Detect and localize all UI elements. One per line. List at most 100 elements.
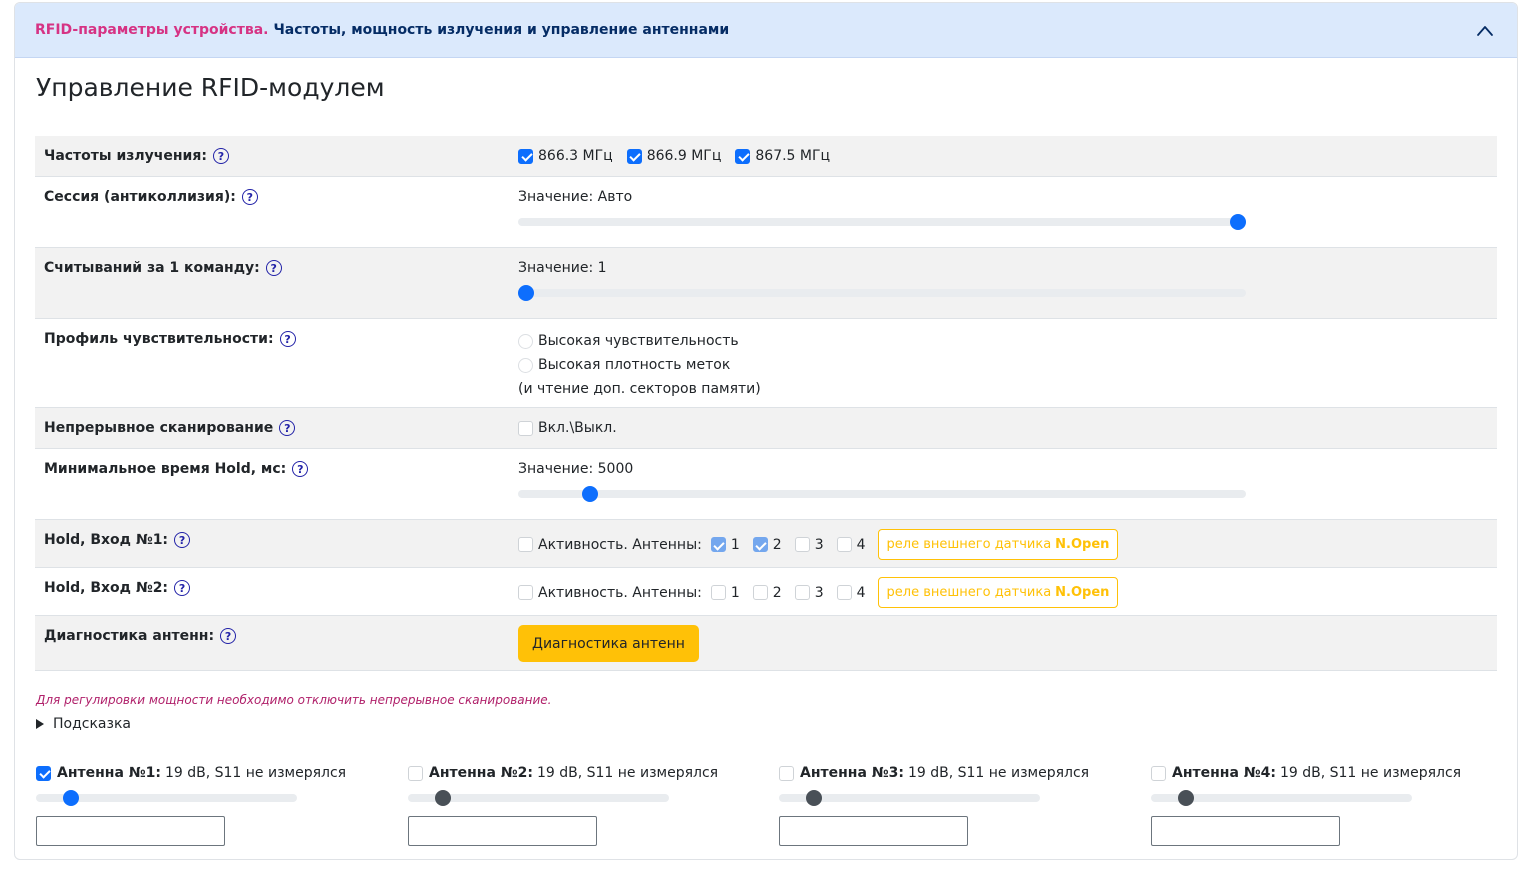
antenna-1-info: 19 dB, S11 не измерялся — [164, 765, 347, 781]
frequencies-label: Частоты излучения: ? — [44, 148, 229, 164]
help-icon[interactable]: ? — [292, 461, 309, 477]
hold-input-1-antenna-4-checkbox[interactable] — [836, 537, 852, 552]
disclosure-triangle-icon — [36, 719, 44, 729]
help-icon[interactable]: ? — [241, 189, 258, 205]
help-icon[interactable]: ? — [174, 532, 191, 548]
reads-value: Значение: 1 — [518, 260, 607, 276]
session-row: Сессия (антиколлизия): ? Значение: Авто — [35, 177, 1497, 248]
antenna-1-checkbox[interactable] — [36, 765, 51, 781]
hold-input-1-antenna-1-checkbox[interactable] — [710, 537, 726, 552]
antenna-4-panel: Антенна №4: 19 dB, S11 не измерялся — [1151, 765, 1471, 846]
antenna-2-slider-thumb[interactable] — [434, 790, 451, 806]
frequency-label-3: 867.5 МГц — [755, 148, 831, 164]
frequency-checkbox-2[interactable] — [626, 148, 642, 164]
antenna-1-power-slider[interactable] — [36, 790, 297, 806]
hold-input-2-antenna-1-checkbox[interactable] — [710, 585, 726, 600]
antenna-3-input[interactable] — [779, 816, 968, 846]
antenna-4-slider-thumb[interactable] — [1177, 790, 1194, 806]
antenna-4-input[interactable] — [1151, 816, 1340, 846]
sensitivity-option-2[interactable]: Высокая плотность меток — [518, 353, 761, 377]
continuous-row: Непрерывное сканирование ? Вкл.\Выкл. — [35, 408, 1497, 449]
antenna-1-slider-thumb[interactable] — [62, 790, 79, 806]
hold-time-slider[interactable] — [518, 486, 1246, 502]
hold-time-row: Минимальное время Hold, мс: ? Значение: … — [35, 449, 1497, 520]
antenna-3-power-slider[interactable] — [779, 790, 1040, 806]
antenna-4-checkbox[interactable] — [1151, 765, 1166, 781]
help-icon[interactable]: ? — [220, 628, 237, 644]
antenna-2-power-slider[interactable] — [408, 790, 669, 806]
antenna-1-panel: Антенна №1: 19 dB, S11 не измерялся — [36, 765, 356, 846]
chevron-up-icon[interactable] — [1475, 21, 1495, 41]
reads-slider-thumb[interactable] — [518, 285, 534, 301]
antenna-3-slider-thumb[interactable] — [805, 790, 822, 806]
reads-row: Считываний за 1 команду: ? Значение: 1 — [35, 248, 1497, 319]
hold-input-2-antenna-4-checkbox[interactable] — [836, 585, 852, 600]
hold-time-value: Значение: 5000 — [518, 461, 634, 477]
header-title-prefix: RFID-параметры устройства. — [35, 22, 269, 38]
antenna-1-name: Антенна №1: — [57, 765, 161, 781]
antenna-1-input[interactable] — [36, 816, 225, 846]
antenna-4-power-slider[interactable] — [1151, 790, 1412, 806]
continuous-toggle[interactable]: Вкл.\Выкл. — [518, 420, 630, 436]
accordion-header[interactable]: RFID-параметры устройства. Частоты, мощн… — [15, 3, 1517, 58]
antenna-2-checkbox[interactable] — [408, 765, 423, 781]
sensitivity-radio-2[interactable] — [518, 357, 533, 373]
sensitivity-option-1[interactable]: Высокая чувствительность — [518, 329, 761, 353]
session-value: Значение: Авто — [518, 189, 633, 205]
sensitivity-label: Профиль чувствительности: ? — [44, 331, 296, 347]
antenna-3-name: Антенна №3: — [800, 765, 904, 781]
sensitivity-options: Высокая чувствительность Высокая плотнос… — [518, 329, 761, 401]
header-title: Частоты, мощность излучения и управление… — [273, 22, 730, 38]
hold-input-1-label: Hold, Вход №1: ? — [44, 532, 191, 548]
antenna-4-info: 19 dB, S11 не измерялся — [1279, 765, 1462, 781]
hint-toggle[interactable]: Подсказка — [36, 716, 131, 732]
frequency-checkbox-1[interactable] — [518, 148, 533, 164]
hold-input-1-relay-button[interactable]: реле внешнего датчика N.Open — [877, 529, 1119, 560]
antenna-3-checkbox[interactable] — [779, 765, 794, 781]
session-slider-thumb[interactable] — [1230, 214, 1246, 230]
hold-time-slider-thumb[interactable] — [582, 486, 599, 502]
hold-input-2-row: Hold, Вход №2: ? Активность. Антенны: 1 … — [35, 568, 1497, 616]
help-icon[interactable]: ? — [174, 580, 191, 596]
session-slider[interactable] — [518, 214, 1246, 230]
power-note: Для регулировки мощности необходимо откл… — [36, 693, 552, 707]
antenna-2-info: 19 dB, S11 не измерялся — [536, 765, 719, 781]
antenna-3-panel: Антенна №3: 19 dB, S11 не измерялся — [779, 765, 1099, 846]
diagnostics-button[interactable]: Диагностика антенн — [518, 625, 699, 662]
frequency-label-1: 866.3 МГц — [538, 148, 613, 164]
hold-input-1-active-checkbox[interactable] — [518, 537, 533, 552]
hold-input-2-label: Hold, Вход №2: ? — [44, 580, 191, 596]
help-icon[interactable]: ? — [212, 148, 229, 164]
hold-input-2-relay-button[interactable]: реле внешнего датчика N.Open — [877, 577, 1119, 608]
hold-input-2-controls: Активность. Антенны: 1 2 3 4 реле внешне… — [518, 577, 1119, 608]
diagnostics-row: Диагностика антенн: ? Диагностика антенн — [35, 616, 1497, 671]
frequency-checkbox-3[interactable] — [735, 148, 751, 164]
hold-input-1-antenna-2-checkbox[interactable] — [752, 537, 768, 552]
sensitivity-note: (и чтение доп. секторов памяти) — [518, 381, 761, 397]
help-icon[interactable]: ? — [279, 420, 296, 436]
session-label: Сессия (антиколлизия): ? — [44, 189, 258, 205]
hold-input-1-row: Hold, Вход №1: ? Активность. Антенны: 1 … — [35, 520, 1497, 568]
hold-input-1-antenna-3-checkbox[interactable] — [794, 537, 810, 552]
continuous-checkbox[interactable] — [518, 420, 533, 436]
antenna-2-input[interactable] — [408, 816, 597, 846]
page-title: Управление RFID-модулем — [36, 73, 385, 102]
antenna-2-name: Антенна №2: — [429, 765, 533, 781]
reads-label: Считываний за 1 команду: ? — [44, 260, 282, 276]
hold-time-label: Минимальное время Hold, мс: ? — [44, 461, 309, 477]
frequency-options: 866.3 МГц 866.9 МГц 867.5 МГц — [518, 148, 843, 164]
frequencies-row: Частоты излучения: ? 866.3 МГц 866.9 МГц… — [35, 136, 1497, 177]
hold-input-2-antenna-3-checkbox[interactable] — [794, 585, 810, 600]
rfid-settings-card: RFID-параметры устройства. Частоты, мощн… — [14, 2, 1518, 860]
antenna-3-info: 19 dB, S11 не измерялся — [907, 765, 1090, 781]
hold-input-1-controls: Активность. Антенны: 1 2 3 4 реле внешне… — [518, 529, 1119, 560]
reads-slider[interactable] — [518, 285, 1246, 301]
antenna-4-name: Антенна №4: — [1172, 765, 1276, 781]
hold-input-2-active-checkbox[interactable] — [518, 585, 533, 600]
sensitivity-row: Профиль чувствительности: ? Высокая чувс… — [35, 319, 1497, 408]
hold-input-2-antenna-2-checkbox[interactable] — [752, 585, 768, 600]
help-icon[interactable]: ? — [265, 260, 282, 276]
sensitivity-radio-1[interactable] — [518, 333, 533, 349]
diagnostics-label: Диагностика антенн: ? — [44, 628, 237, 644]
help-icon[interactable]: ? — [279, 331, 296, 347]
